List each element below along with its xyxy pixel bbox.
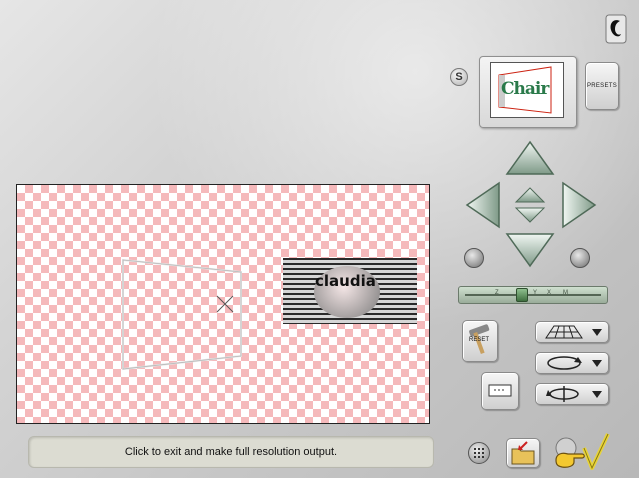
arrow-left-icon[interactable] [465, 181, 501, 229]
preset-thumbnail[interactable]: Chair [490, 62, 564, 118]
chevron-down-icon [592, 390, 602, 398]
slider-thumb[interactable] [516, 288, 529, 302]
open-folder-button[interactable] [506, 438, 540, 468]
chevron-down-icon [592, 328, 602, 336]
chevron-down-icon [592, 359, 602, 367]
preview-canvas[interactable]: claudia [16, 184, 430, 424]
presets-button[interactable]: PRESETS [585, 62, 619, 110]
perspective-dropdown[interactable] [535, 321, 609, 343]
arrow-down-icon[interactable] [505, 232, 555, 268]
slider-tick: X [547, 290, 552, 296]
rotation-dropdown[interactable] [535, 352, 609, 374]
flip-axis-icon [546, 386, 579, 402]
rotate-circle-icon [547, 356, 582, 370]
ok-button[interactable] [548, 430, 610, 472]
s-button-label: S [455, 71, 463, 83]
s-button[interactable]: S [450, 68, 468, 86]
exit-status-bar[interactable]: Click to exit and make full resolution o… [28, 436, 434, 468]
filter-dialog: S Chair PRESETS Z Y X M RESET claudia Cl… [0, 0, 639, 478]
arrow-right-icon[interactable] [561, 181, 597, 229]
crop-rectangle-icon [488, 384, 512, 397]
open-folder-icon [511, 441, 535, 465]
pointing-hand-checkmark-icon [555, 433, 610, 470]
preset-thumbnail-text: Chair [501, 79, 549, 99]
flip-dropdown[interactable] [535, 383, 609, 405]
presets-button-label: PRESETS [586, 83, 618, 89]
zoom-slider[interactable]: Z Y X M [458, 286, 608, 304]
rotate-left-icon[interactable] [464, 248, 484, 268]
arrow-up-icon[interactable] [505, 140, 555, 176]
watermark-image: claudia [283, 258, 417, 324]
help-icon[interactable] [605, 14, 627, 44]
center-zoom-icon[interactable] [514, 186, 546, 224]
slider-tick: Z [495, 290, 499, 296]
reset-button-label: RESET [469, 337, 490, 343]
status-message: Click to exit and make full resolution o… [124, 446, 338, 458]
slider-tick: Y [533, 290, 538, 296]
perspective-grid-icon [545, 325, 583, 339]
slider-tick: M [563, 290, 568, 296]
watermark-text: claudia [315, 272, 376, 290]
grid-icon[interactable] [468, 442, 490, 464]
reset-button[interactable]: RESET [462, 320, 498, 362]
crop-button[interactable] [481, 372, 519, 410]
rotate-right-icon[interactable] [570, 248, 590, 268]
